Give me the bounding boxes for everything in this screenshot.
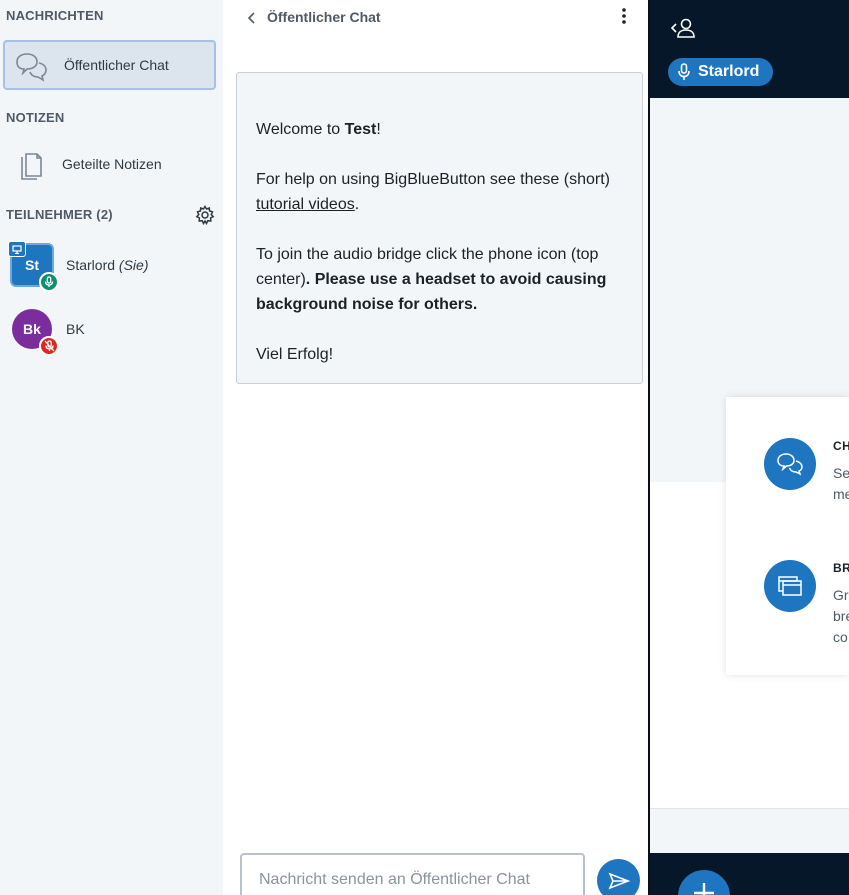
card-text: Gr (833, 587, 849, 603)
send-button[interactable] (597, 859, 640, 895)
presenter-icon (8, 241, 26, 257)
card-text: me (833, 486, 849, 502)
shared-notes-label: Geteilte Notizen (62, 156, 162, 172)
presentation-area: Starlord CH Se me BR Gr bre co (648, 0, 849, 895)
messages-section-title: NACHRICHTEN (6, 8, 104, 23)
help-line: For help on using BigBlueButton see thes… (256, 171, 610, 213)
userlist-panel: NACHRICHTEN Öffentlicher Chat NOTIZEN Ge… (0, 0, 223, 895)
breakout-icon (764, 560, 816, 612)
chat-icon (764, 438, 816, 490)
talking-indicator[interactable]: Starlord (668, 58, 774, 86)
gear-icon[interactable] (195, 205, 215, 226)
user-name: BK (66, 321, 85, 337)
chevron-left-icon[interactable] (243, 8, 259, 28)
info-modal: CH Se me BR Gr bre co (726, 397, 849, 675)
chat-header: Öffentlicher Chat (243, 0, 633, 34)
public-chat-item[interactable]: Öffentlicher Chat (3, 40, 216, 90)
plus-icon (694, 883, 714, 895)
microphone-icon (39, 272, 59, 292)
closing-line: Viel Erfolg! (256, 346, 334, 363)
notes-icon (13, 148, 47, 180)
microphone-icon (677, 63, 691, 81)
send-icon (608, 872, 630, 889)
chat-icon (15, 51, 49, 83)
actions-button[interactable] (678, 870, 730, 895)
card-heading: CH (833, 439, 849, 453)
chat-panel: Öffentlicher Chat Welcome to Test! For h… (223, 0, 648, 895)
chat-message-input[interactable]: Nachricht senden an Öffentlicher Chat (240, 853, 585, 895)
talker-name: Starlord (698, 63, 760, 80)
card-text: bre (833, 608, 849, 624)
public-chat-label: Öffentlicher Chat (64, 57, 169, 73)
toggle-userlist-icon[interactable] (670, 16, 698, 40)
user-name: Starlord (Sie) (66, 257, 149, 273)
participants-section-title: TEILNEHMER (2) (6, 207, 113, 222)
tutorial-videos-link[interactable]: tutorial videos (256, 196, 355, 213)
avatar-initials: St (25, 257, 39, 273)
welcome-message: Welcome to Test! For help on using BigBl… (236, 72, 643, 384)
microphone-muted-icon (39, 336, 59, 356)
chat-title[interactable]: Öffentlicher Chat (267, 9, 381, 25)
more-options-icon[interactable] (615, 6, 633, 26)
card-text: co (833, 629, 848, 645)
presentation-toolbar (650, 808, 849, 853)
shared-notes-item[interactable]: Geteilte Notizen (3, 139, 216, 189)
notes-section-title: NOTIZEN (6, 110, 65, 125)
user-item-bk[interactable]: Bk BK (10, 307, 210, 357)
card-heading: BR (833, 561, 849, 575)
audio-line: To join the audio bridge click the phone… (256, 246, 607, 313)
card-text: Se (833, 465, 849, 481)
avatar-initials: Bk (23, 321, 41, 337)
user-item-starlord[interactable]: St Starlord (Sie) (8, 241, 210, 293)
welcome-line: Welcome to Test! (256, 121, 381, 138)
self-indicator: (Sie) (118, 257, 149, 273)
